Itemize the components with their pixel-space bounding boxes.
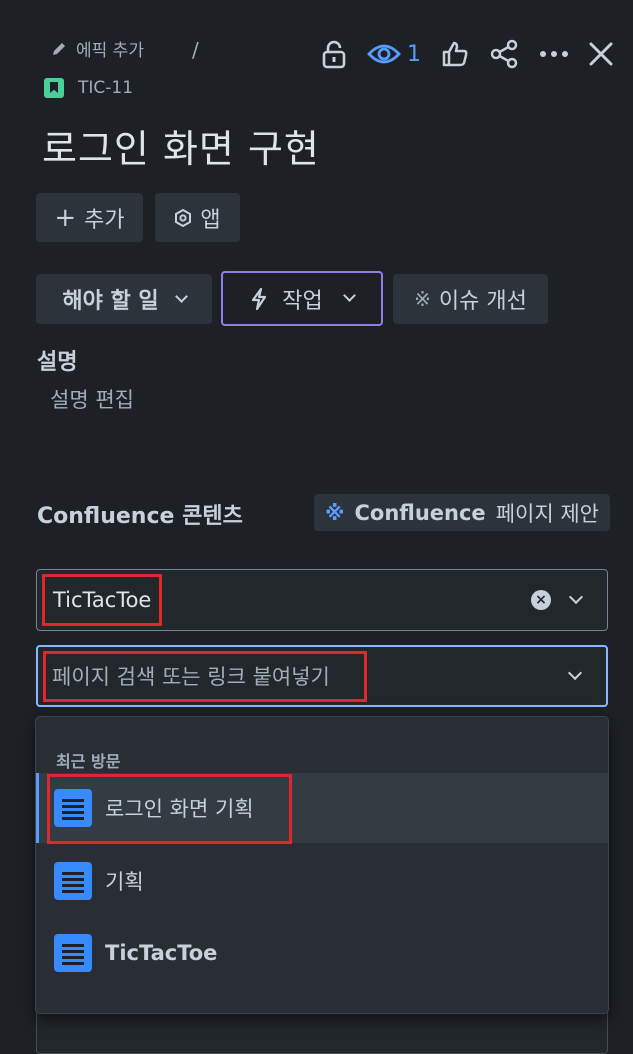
sparkle-icon: ※	[325, 500, 345, 525]
chevron-down-icon[interactable]	[568, 589, 584, 605]
improve-issue-button[interactable]: ※ 이슈 개선	[393, 274, 548, 324]
pencil-icon	[53, 42, 65, 55]
page-title: TicTacToe	[105, 941, 218, 965]
confluence-heading: Confluence 콘텐츠	[37, 504, 243, 529]
page-title: 로그인 화면 기획	[105, 797, 254, 821]
description-heading: 설명	[37, 350, 78, 375]
add-epic-label: 에픽 추가	[76, 41, 144, 61]
restrictions-button[interactable]	[321, 34, 347, 74]
chevron-down-icon	[342, 289, 356, 302]
suggest-label-bold: Confluence	[354, 500, 486, 525]
chevron-down-icon	[174, 289, 188, 303]
list-item[interactable]: TicTacToe	[36, 918, 608, 988]
apps-icon	[175, 208, 192, 227]
more-actions-button[interactable]	[539, 34, 569, 74]
recent-visits-heading: 최근 방문	[56, 752, 121, 771]
list-item[interactable]: 로그인 화면 기획	[36, 773, 608, 844]
unlock-icon	[322, 40, 346, 69]
page-title: 기획	[105, 870, 144, 894]
watch-count: 1	[407, 41, 421, 67]
page-search-input[interactable]	[43, 651, 367, 702]
more-icon	[540, 51, 568, 57]
share-icon	[490, 39, 518, 69]
issue-key[interactable]: TIC-11	[78, 78, 133, 98]
watch-button[interactable]: 1	[367, 34, 421, 74]
linked-page-select[interactable]: TicTacToe ×	[36, 569, 608, 631]
action-label: 작업	[282, 288, 323, 314]
sparkle-icon: ※	[414, 287, 431, 311]
share-button[interactable]	[489, 34, 519, 74]
thumbs-up-icon	[442, 41, 468, 67]
clear-icon[interactable]: ×	[531, 590, 551, 610]
page-icon	[54, 789, 92, 827]
apps-label: 앱	[200, 207, 221, 233]
improve-label: 이슈 개선	[438, 289, 527, 314]
eye-icon	[367, 44, 401, 64]
issue-title[interactable]: 로그인 화면 구현	[42, 118, 320, 173]
description-editor[interactable]: 설명 편집	[50, 384, 134, 414]
recent-pages-dropdown: 최근 방문 로그인 화면 기획 기획 TicTacToe	[35, 716, 609, 1014]
confluence-suggest-button[interactable]: ※ Confluence 페이지 제안	[314, 494, 610, 531]
apps-button[interactable]: 앱	[155, 193, 240, 242]
status-label: 해야 할 일	[62, 289, 159, 314]
page-icon	[54, 934, 92, 972]
add-button[interactable]: + 추가	[36, 193, 143, 242]
add-epic-link[interactable]: 에픽 추가	[50, 36, 144, 61]
plus-icon: +	[54, 202, 77, 233]
action-dropdown[interactable]: 작업	[221, 271, 383, 326]
add-label: 추가	[84, 207, 125, 233]
close-icon	[589, 42, 613, 66]
close-button[interactable]	[589, 34, 613, 74]
linked-page-value: TicTacToe	[42, 574, 163, 626]
issue-toolbar: 1	[321, 34, 613, 74]
status-dropdown[interactable]: 해야 할 일	[36, 274, 212, 324]
lightning-icon	[252, 287, 267, 310]
vote-button[interactable]	[441, 34, 469, 74]
issue-key-row: TIC-11	[44, 78, 133, 98]
breadcrumb-separator: /	[192, 38, 199, 62]
story-icon	[44, 78, 64, 98]
list-item[interactable]: 기획	[36, 846, 608, 916]
page-icon	[54, 862, 92, 900]
suggest-label-tail: 페이지 제안	[495, 501, 599, 526]
chevron-down-icon[interactable]	[567, 665, 583, 681]
page-search-field[interactable]	[36, 645, 608, 707]
